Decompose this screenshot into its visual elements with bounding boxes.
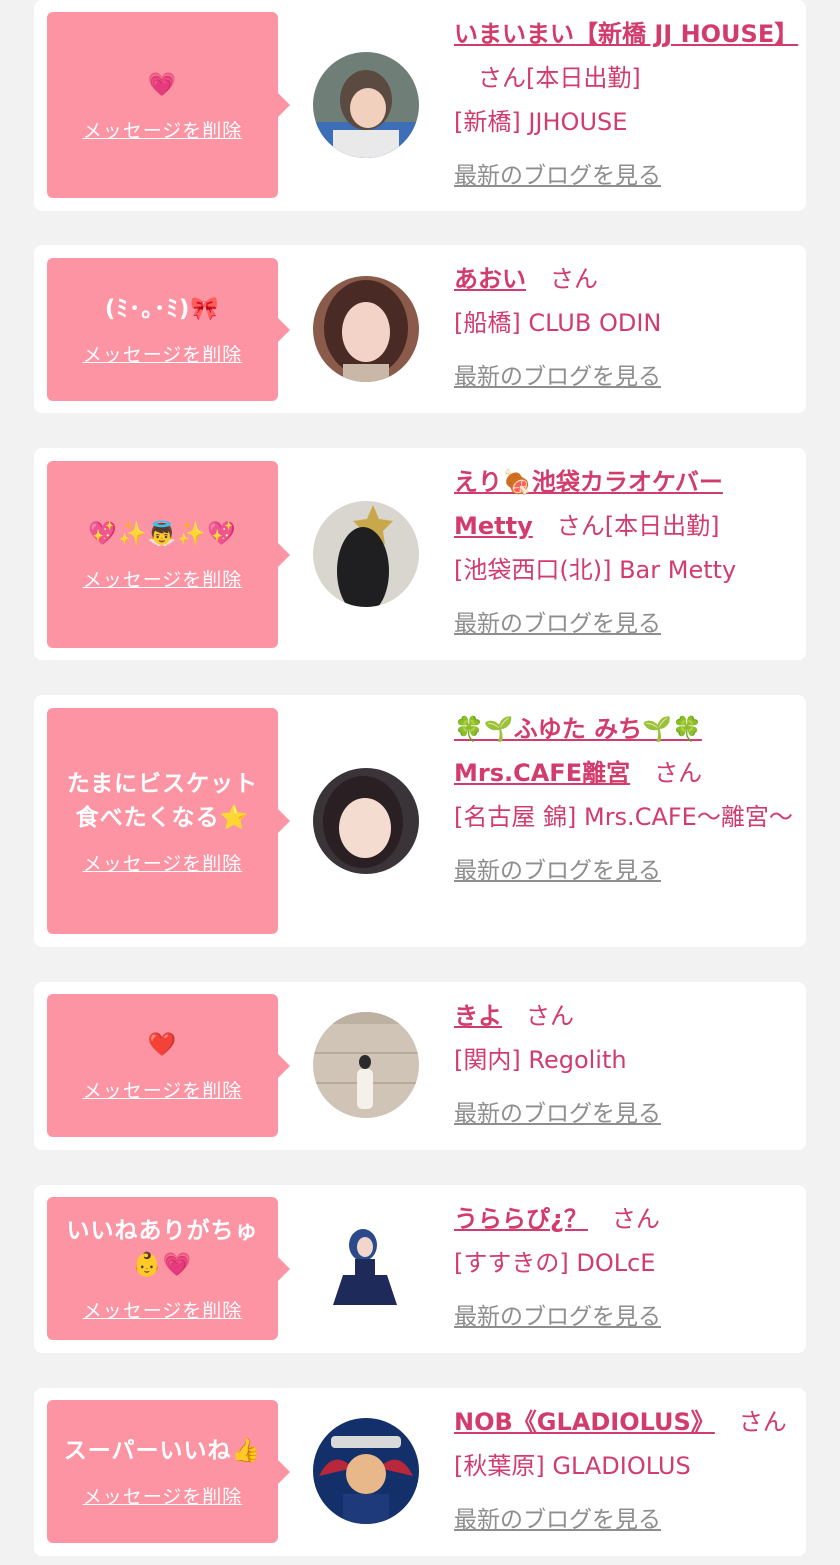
latest-blog-link[interactable]: 最新のブログを見る [454,851,661,885]
status-badge: [本日出勤] [604,512,720,540]
cast-info: NOB《GLADIOLUS》 さん [秋葉原] GLADIOLUS 最新のブログを… [454,1400,794,1534]
message-text: スーパーいいね👍 [63,1438,262,1464]
avatar[interactable] [313,768,419,874]
latest-blog-link[interactable]: 最新のブログを見る [454,357,661,391]
message-text: いいねありがちゅ 👶💗 [66,1218,259,1278]
cast-name-line: うららぴ¿？ さん [454,1197,794,1241]
cast-info: えり🍖池袋カラオケバーMetty さん[本日出勤] [池袋西口(北)] Bar M… [454,460,794,638]
honorific: さん [556,512,605,540]
profile-photo-icon [313,1215,419,1321]
cast-info: いまいまい【新橋 JJ HOUSE】さん[本日出勤] [新橋] JJHOUSE … [454,12,798,190]
profile-photo-icon [313,1012,419,1118]
cast-info: きよ さん [関内] Regolith 最新のブログを見る [454,994,794,1128]
like-message-list: 💗 メッセージを削除 いまいまい【新橋 JJ HOUSE】さん[本日出勤] [新… [0,0,840,1565]
cast-name-line: あおい さん [454,257,794,301]
message-bubble: 💗 メッセージを削除 [47,12,290,198]
cast-name-link[interactable]: NOB《GLADIOLUS》 [454,1408,715,1436]
cast-name-line: NOB《GLADIOLUS》 さん [454,1400,794,1444]
honorific: さん [654,759,703,787]
cast-name-link[interactable]: うららぴ¿？ [454,1205,588,1233]
latest-blog-link[interactable]: 最新のブログを見る [454,1094,661,1128]
honorific: さん [611,1205,660,1233]
avatar[interactable] [313,276,419,382]
message-bubble: 💖✨👼✨💖 メッセージを削除 [47,461,290,648]
shop-name: [関内] Regolith [454,1046,627,1074]
delete-message-link[interactable]: メッセージを削除 [83,116,243,143]
honorific: さん [550,265,598,293]
list-item: 💖✨👼✨💖 メッセージを削除 えり🍖池袋カラオケバーMetty さん[本日出勤] … [34,448,806,660]
shop-name: [秋葉原] GLADIOLUS [454,1452,691,1480]
list-item: ❤️ メッセージを削除 きよ さん [関内] Regolith 最新のブログを見る [34,982,806,1150]
avatar[interactable] [313,52,419,158]
honorific: さん [526,1002,574,1030]
cast-info: 🍀🌱ふゆた みち🌱🍀Mrs.CAFE離宮 さん [名古屋 錦] Mrs.CAFE〜… [454,707,794,885]
shop-name: [すすきの] DOLcE [454,1249,656,1277]
latest-blog-link[interactable]: 最新のブログを見る [454,156,661,190]
avatar[interactable] [313,1012,419,1118]
message-text: 💗 [147,71,178,98]
message-text: (ﾐ･｡･ﾐ)🎀 [104,296,221,322]
cast-name-link[interactable]: きよ [454,1002,502,1030]
profile-photo-icon [313,276,419,382]
profile-illustration-icon [313,1418,419,1524]
message-bubble: スーパーいいね👍 メッセージを削除 [47,1400,290,1543]
delete-message-link[interactable]: メッセージを削除 [83,849,243,876]
avatar[interactable] [313,1215,419,1321]
message-text: たまにビスケット 食べたくなる⭐ [66,770,259,831]
message-text: ❤️ [147,1032,178,1058]
cast-info: うららぴ¿？ さん [すすきの] DOLcE 最新のブログを見る [454,1197,794,1331]
list-item: たまにビスケット 食べたくなる⭐ メッセージを削除 🍀🌱ふゆた みち🌱🍀Mrs.… [34,695,806,947]
avatar[interactable] [313,1418,419,1524]
honorific: さん [478,64,526,92]
shop-name: [池袋西口(北)] Bar Metty [454,556,737,584]
honorific: さん [738,1408,787,1436]
message-text: 💖✨👼✨💖 [88,521,237,547]
delete-message-link[interactable]: メッセージを削除 [83,1482,243,1509]
message-bubble: ❤️ メッセージを削除 [47,994,290,1137]
shop-name: [名古屋 錦] Mrs.CAFE〜離宮〜 [454,803,793,831]
cast-name-line: きよ さん [454,994,794,1038]
avatar[interactable] [313,501,419,607]
message-bubble: (ﾐ･｡･ﾐ)🎀 メッセージを削除 [47,258,290,401]
cast-name-line: 🍀🌱ふゆた みち🌱🍀Mrs.CAFE離宮 さん [454,707,794,795]
message-bubble: いいねありがちゅ 👶💗 メッセージを削除 [47,1197,290,1340]
latest-blog-link[interactable]: 最新のブログを見る [454,604,661,638]
cast-name-line: いまいまい【新橋 JJ HOUSE】さん[本日出勤] [454,12,798,100]
profile-photo-icon [313,768,419,874]
profile-photo-icon [313,501,419,607]
list-item: 💗 メッセージを削除 いまいまい【新橋 JJ HOUSE】さん[本日出勤] [新… [34,0,806,211]
shop-name: [新橋] JJHOUSE [454,108,628,136]
delete-message-link[interactable]: メッセージを削除 [83,1076,243,1103]
message-bubble: たまにビスケット 食べたくなる⭐ メッセージを削除 [47,708,290,934]
list-item: いいねありがちゅ 👶💗 メッセージを削除 うららぴ¿？ さん [すすきの] DOL… [34,1185,806,1353]
delete-message-link[interactable]: メッセージを削除 [83,1296,243,1323]
shop-name: [船橋] CLUB ODIN [454,309,662,337]
delete-message-link[interactable]: メッセージを削除 [83,565,243,592]
cast-name-link[interactable]: いまいまい【新橋 JJ HOUSE】 [454,20,798,48]
delete-message-link[interactable]: メッセージを削除 [83,340,243,367]
latest-blog-link[interactable]: 最新のブログを見る [454,1297,661,1331]
cast-info: あおい さん [船橋] CLUB ODIN 最新のブログを見る [454,257,794,391]
latest-blog-link[interactable]: 最新のブログを見る [454,1500,661,1534]
cast-name-link[interactable]: あおい [454,265,526,293]
list-item: スーパーいいね👍 メッセージを削除 NOB《GLADIOLUS》 さん [秋葉原]… [34,1388,806,1556]
list-item: (ﾐ･｡･ﾐ)🎀 メッセージを削除 あおい さん [船橋] CLUB ODIN 最… [34,245,806,413]
status-badge: [本日出勤] [526,64,641,92]
profile-photo-icon [313,52,419,158]
cast-name-line: えり🍖池袋カラオケバーMetty さん[本日出勤] [454,460,794,548]
